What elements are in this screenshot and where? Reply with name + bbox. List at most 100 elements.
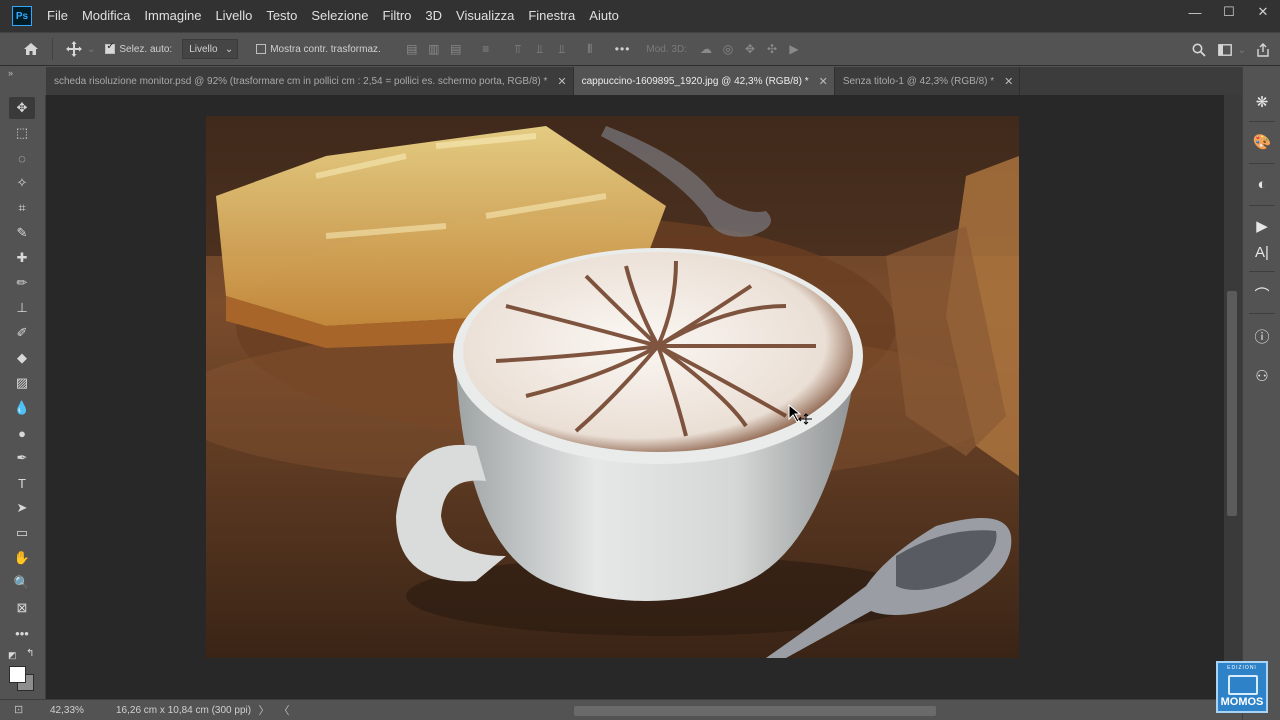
character-icon[interactable]: A| bbox=[1251, 241, 1273, 263]
align-right-icon[interactable]: ▤ bbox=[445, 38, 467, 60]
chevron-down-icon: ⌄ bbox=[224, 43, 234, 55]
marquee-tool-icon[interactable]: ⬚ bbox=[9, 122, 35, 144]
document-info: 16,26 cm x 10,84 cm (300 ppi) bbox=[116, 704, 252, 716]
info-icon[interactable]: ⓘ bbox=[1251, 325, 1273, 347]
align-middle-icon[interactable]: ⫫ bbox=[529, 38, 551, 60]
align-left-icon[interactable]: ▤ bbox=[401, 38, 423, 60]
paths-icon[interactable]: ⌒ bbox=[1251, 283, 1273, 305]
clone-stamp-icon[interactable]: ⊥ bbox=[9, 297, 35, 319]
tab-senza-titolo[interactable]: Senza titolo-1 @ 42,3% (RGB/8) * ✕ bbox=[834, 67, 1021, 95]
gradient-tool-icon[interactable]: ▨ bbox=[9, 372, 35, 394]
move-tool-icon[interactable]: ✥ bbox=[9, 97, 35, 119]
swap-colors-icon[interactable]: ↰ bbox=[26, 648, 34, 659]
dodge-tool-icon[interactable]: ● bbox=[9, 422, 35, 444]
menu-modifica[interactable]: Modifica bbox=[75, 0, 137, 32]
vertical-scroll-thumb[interactable] bbox=[1227, 291, 1237, 516]
pan-3d-icon[interactable]: ✥ bbox=[739, 38, 761, 60]
status-bar: ⊡ 42,33% 16,26 cm x 10,84 cm (300 ppi) 〉… bbox=[0, 699, 1242, 720]
more-tools-icon[interactable]: ••• bbox=[9, 622, 35, 644]
cappuccino-photo[interactable] bbox=[206, 116, 1019, 658]
workspace-icon[interactable] bbox=[1212, 37, 1238, 63]
menu-filtro[interactable]: Filtro bbox=[376, 0, 419, 32]
maximize-button[interactable]: ☐ bbox=[1212, 0, 1246, 24]
more-options-button[interactable]: ••• bbox=[615, 42, 631, 56]
panel-dock: ❋ 🎨 ◐ ▶ A| ⌒ ⓘ ⚇ bbox=[1242, 67, 1280, 720]
canvas-area[interactable] bbox=[46, 95, 1224, 699]
search-icon[interactable] bbox=[1186, 37, 1212, 63]
healing-brush-icon[interactable]: ✚ bbox=[9, 247, 35, 269]
share-icon[interactable] bbox=[1250, 37, 1276, 63]
chevron-down-icon[interactable]: ⌄ bbox=[87, 44, 95, 55]
menu-3d[interactable]: 3D bbox=[418, 0, 449, 32]
options-right: ⌄ bbox=[1186, 33, 1280, 67]
momos-logo: EDIZIONI MOMOS bbox=[1216, 661, 1268, 713]
blur-tool-icon[interactable]: 💧 bbox=[9, 397, 35, 419]
horizontal-scrollbar[interactable] bbox=[294, 706, 1224, 716]
close-icon[interactable]: ✕ bbox=[557, 75, 566, 88]
menu-selezione[interactable]: Selezione bbox=[304, 0, 375, 32]
eyedropper-icon[interactable]: ✎ bbox=[9, 222, 35, 244]
zoom-tool-icon[interactable]: 🔍 bbox=[9, 572, 35, 594]
horizontal-scroll-thumb[interactable] bbox=[574, 706, 936, 716]
rectangle-tool-icon[interactable]: ▭ bbox=[9, 522, 35, 544]
hand-tool-icon[interactable]: ✋ bbox=[9, 547, 35, 569]
frame-tool-icon[interactable]: ⊠ bbox=[9, 597, 35, 619]
screen-mode-icon[interactable]: ⊡ bbox=[14, 703, 23, 716]
chevron-down-icon[interactable]: ⌄ bbox=[1238, 45, 1246, 56]
default-colors-icon[interactable]: ◩ bbox=[8, 650, 17, 661]
home-icon[interactable] bbox=[18, 36, 44, 62]
slide-3d-icon[interactable]: ✣ bbox=[761, 38, 783, 60]
separator bbox=[1249, 313, 1275, 314]
align-bottom-icon[interactable]: ⫫ bbox=[551, 38, 573, 60]
menu-finestra[interactable]: Finestra bbox=[521, 0, 582, 32]
align-center-icon[interactable]: ▥ bbox=[423, 38, 445, 60]
move-tool-icon[interactable] bbox=[61, 36, 87, 62]
menu-visualizza[interactable]: Visualizza bbox=[449, 0, 521, 32]
menu-aiuto[interactable]: Aiuto bbox=[582, 0, 626, 32]
path-selection-icon[interactable]: ➤ bbox=[9, 497, 35, 519]
distribute-horizontal-icon[interactable]: ⦀ bbox=[579, 38, 601, 60]
magic-wand-icon[interactable]: ✧ bbox=[9, 172, 35, 194]
separator bbox=[52, 38, 53, 60]
roll-3d-icon[interactable]: ◎ bbox=[717, 38, 739, 60]
chevron-left-icon[interactable]: 〈 bbox=[274, 702, 294, 718]
color-wheel-icon[interactable]: ❋ bbox=[1251, 91, 1273, 113]
eraser-icon[interactable]: ◆ bbox=[9, 347, 35, 369]
close-button[interactable]: ✕ bbox=[1246, 0, 1280, 24]
brush-tool-icon[interactable]: ✏ bbox=[9, 272, 35, 294]
autoselect-checkbox[interactable] bbox=[105, 41, 116, 54]
separator bbox=[1249, 205, 1275, 206]
pen-tool-icon[interactable]: ✒ bbox=[9, 447, 35, 469]
lasso-tool-icon[interactable]: ◌ bbox=[9, 147, 35, 169]
menu-file[interactable]: File bbox=[40, 0, 75, 32]
collapse-toolbar-icon[interactable]: » bbox=[8, 68, 13, 78]
autoselect-label: Selez. auto: bbox=[119, 43, 173, 55]
palette-icon[interactable]: 🎨 bbox=[1251, 131, 1273, 153]
minimize-button[interactable]: — bbox=[1178, 0, 1212, 24]
menu-immagine[interactable]: Immagine bbox=[137, 0, 208, 32]
crop-tool-icon[interactable]: ⌗ bbox=[9, 197, 35, 219]
vertical-scrollbar[interactable] bbox=[1224, 95, 1242, 699]
show-transform-checkbox[interactable] bbox=[256, 44, 267, 54]
camera-3d-icon[interactable]: ▶ bbox=[783, 38, 805, 60]
close-icon[interactable]: ✕ bbox=[1004, 75, 1013, 88]
history-brush-icon[interactable]: ✐ bbox=[9, 322, 35, 344]
chevron-right-icon[interactable]: 〉 bbox=[254, 702, 274, 718]
autoselect-dropdown[interactable]: Livello ⌄ bbox=[182, 39, 239, 59]
autoselect-value: Livello bbox=[189, 43, 218, 55]
menu-livello[interactable]: Livello bbox=[208, 0, 259, 32]
actions-play-icon[interactable]: ▶ bbox=[1251, 215, 1273, 237]
orbit-3d-icon[interactable]: ☁ bbox=[695, 38, 717, 60]
tab-scheda-risoluzione[interactable]: scheda risoluzione monitor.psd @ 92% (tr… bbox=[46, 67, 574, 95]
window-controls: — ☐ ✕ bbox=[1178, 0, 1280, 32]
type-tool-icon[interactable]: T bbox=[9, 472, 35, 494]
adjustments-icon[interactable]: ◐ bbox=[1251, 173, 1273, 195]
menu-testo[interactable]: Testo bbox=[259, 0, 304, 32]
tools-panel: ✥ ⬚ ◌ ✧ ⌗ ✎ ✚ ✏ ⊥ ✐ ◆ ▨ 💧 ● ✒ T ➤ ▭ ✋ 🔍 … bbox=[0, 95, 46, 699]
tab-cappuccino[interactable]: cappuccino-1609895_1920.jpg @ 42,3% (RGB… bbox=[573, 67, 835, 95]
distribute-vertical-icon[interactable]: ≡ bbox=[475, 38, 497, 60]
align-top-icon[interactable]: ⫪ bbox=[507, 38, 529, 60]
close-icon[interactable]: ✕ bbox=[819, 75, 828, 88]
foreground-color-swatch[interactable] bbox=[9, 666, 26, 683]
channels-icon[interactable]: ⚇ bbox=[1251, 365, 1273, 387]
